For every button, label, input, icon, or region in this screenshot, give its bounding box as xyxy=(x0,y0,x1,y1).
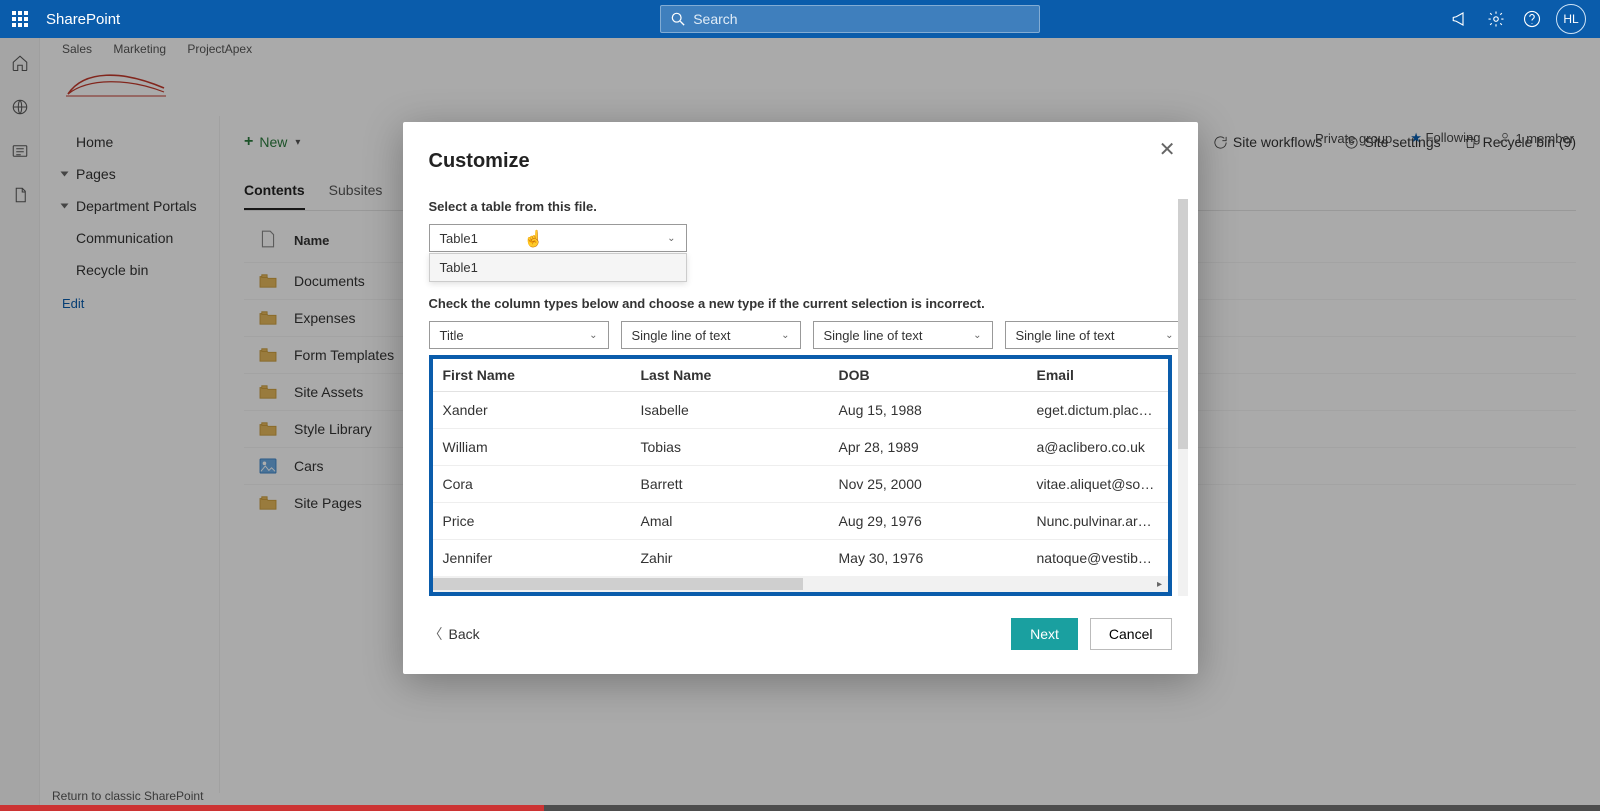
table-cell: vitae.aliquet@sociisnat xyxy=(1027,466,1168,503)
table-cell: Nov 25, 2000 xyxy=(829,466,1027,503)
table-row: PriceAmalAug 29, 1976Nunc.pulvinar.arcu@… xyxy=(433,503,1168,540)
preview-table-box: First Name Last Name DOB Email XanderIsa… xyxy=(429,355,1172,596)
table-row: WilliamTobiasApr 28, 1989a@aclibero.co.u… xyxy=(433,429,1168,466)
table-select[interactable]: Table1 ⌄ ☝ xyxy=(429,224,687,252)
chevron-down-icon: ⌄ xyxy=(667,233,675,244)
table-cell: Aug 15, 1988 xyxy=(829,392,1027,429)
table-h-scrollbar[interactable]: ▸ xyxy=(433,576,1168,592)
preview-table: First Name Last Name DOB Email XanderIsa… xyxy=(433,359,1168,576)
modal-v-scrollbar-thumb[interactable] xyxy=(1178,199,1188,449)
close-icon[interactable]: ✕ xyxy=(1159,140,1176,160)
table-cell: Isabelle xyxy=(631,392,829,429)
table-h-scrollbar-thumb[interactable] xyxy=(433,578,803,590)
modal-overlay: ✕ Customize Select a table from this fil… xyxy=(0,38,1600,811)
chevron-down-icon: ⌄ xyxy=(589,330,597,341)
scroll-right-icon[interactable]: ▸ xyxy=(1154,578,1166,590)
table-cell: Aug 29, 1976 xyxy=(829,503,1027,540)
table-cell: natoque@vestibulumlo xyxy=(1027,540,1168,577)
table-row: CoraBarrettNov 25, 2000vitae.aliquet@soc… xyxy=(433,466,1168,503)
table-cell: Price xyxy=(433,503,631,540)
customize-modal: ✕ Customize Select a table from this fil… xyxy=(403,122,1198,674)
table-cell: Amal xyxy=(631,503,829,540)
table-cell: Xander xyxy=(433,392,631,429)
table-cell: Zahir xyxy=(631,540,829,577)
megaphone-icon[interactable] xyxy=(1442,0,1478,38)
modal-title: Customize xyxy=(429,150,1172,173)
table-cell: Jennifer xyxy=(433,540,631,577)
next-button[interactable]: Next xyxy=(1011,618,1078,650)
table-row: XanderIsabelleAug 15, 1988eget.dictum.pl… xyxy=(433,392,1168,429)
table-cell: Cora xyxy=(433,466,631,503)
search-input[interactable] xyxy=(693,11,1029,27)
table-cell: Tobias xyxy=(631,429,829,466)
table-cell: Nunc.pulvinar.arcu@co xyxy=(1027,503,1168,540)
table-cell: Apr 28, 1989 xyxy=(829,429,1027,466)
table-cell: May 30, 1976 xyxy=(829,540,1027,577)
th-dob: DOB xyxy=(829,359,1027,392)
coltype-select-0[interactable]: Title⌄ xyxy=(429,321,609,349)
check-columns-label: Check the column types below and choose … xyxy=(429,296,1172,311)
chevron-down-icon: ⌄ xyxy=(973,330,981,341)
gear-icon[interactable] xyxy=(1478,0,1514,38)
coltype-select-1[interactable]: Single line of text⌄ xyxy=(621,321,801,349)
help-icon[interactable] xyxy=(1514,0,1550,38)
back-button[interactable]: 〈Back xyxy=(429,624,480,644)
table-cell: eget.dictum.placerat@r xyxy=(1027,392,1168,429)
table-cell: William xyxy=(433,429,631,466)
coltype-select-3[interactable]: Single line of text⌄ xyxy=(1005,321,1185,349)
th-firstname: First Name xyxy=(433,359,631,392)
th-lastname: Last Name xyxy=(631,359,829,392)
chevron-down-icon: ⌄ xyxy=(1165,330,1173,341)
video-progress-bar[interactable] xyxy=(0,805,1600,811)
search-box[interactable] xyxy=(660,5,1040,33)
table-cell: a@aclibero.co.uk xyxy=(1027,429,1168,466)
cancel-button[interactable]: Cancel xyxy=(1090,618,1172,650)
chevron-down-icon: ⌄ xyxy=(781,330,789,341)
column-type-row: Title⌄ Single line of text⌄ Single line … xyxy=(429,321,1172,349)
user-avatar[interactable]: HL xyxy=(1556,4,1586,34)
brand-label[interactable]: SharePoint xyxy=(46,11,120,28)
app-launcher-icon[interactable] xyxy=(8,7,32,31)
table-select-value: Table1 xyxy=(440,231,478,246)
select-table-label: Select a table from this file. xyxy=(429,199,1172,214)
th-email: Email xyxy=(1027,359,1168,392)
search-wrap xyxy=(660,5,1040,33)
table-row: JenniferZahirMay 30, 1976natoque@vestibu… xyxy=(433,540,1168,577)
search-icon xyxy=(671,12,685,26)
coltype-select-2[interactable]: Single line of text⌄ xyxy=(813,321,993,349)
chevron-left-icon: 〈 xyxy=(429,624,443,644)
suite-bar: SharePoint HL xyxy=(0,0,1600,38)
modal-footer: 〈Back Next Cancel xyxy=(429,618,1172,650)
table-cell: Barrett xyxy=(631,466,829,503)
table-select-option[interactable]: Table1 xyxy=(429,253,687,282)
video-played xyxy=(0,805,544,811)
cursor-icon: ☝ xyxy=(524,229,544,249)
